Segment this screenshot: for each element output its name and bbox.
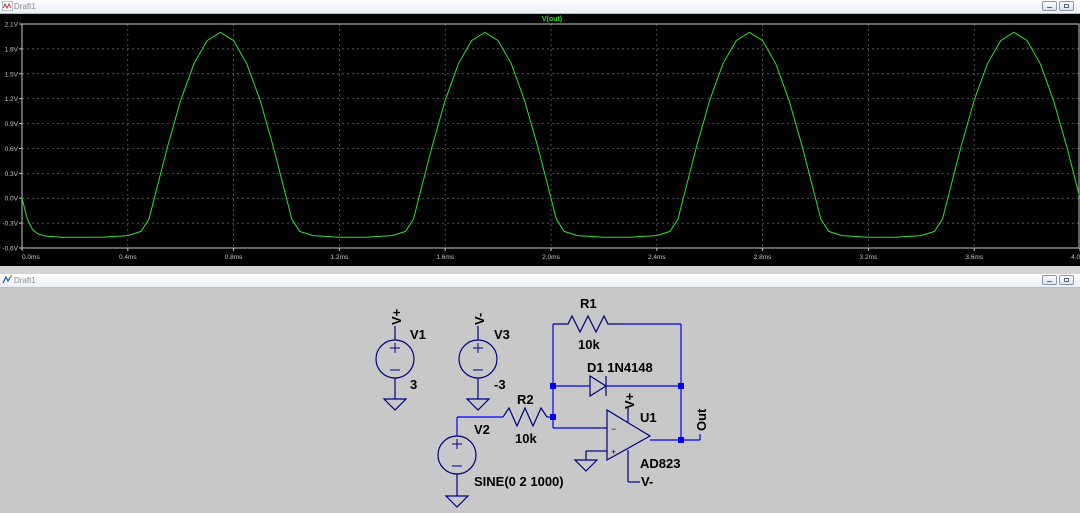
x-tick-label: 1.6ms [436,254,454,261]
schematic-window-titlebar[interactable]: Draft1 [0,274,1080,288]
y-tick-label: 0.9V [5,121,19,128]
schematic-window-title: Draft1 [14,276,36,285]
r2-resistor[interactable] [502,406,548,428]
schematic-minimize-button[interactable] [1042,275,1057,285]
v3-pin-label[interactable]: V- [472,313,487,325]
window-separator [0,266,1080,274]
ground-v2 [444,495,470,508]
y-tick-label: -0.6V [2,246,18,253]
u1-negative-supply-label[interactable]: V- [641,474,653,489]
d1-name[interactable]: D1 1N4148 [587,360,653,375]
opamp-minus-mark: − [611,424,616,434]
ground-opamp [573,459,599,472]
y-tick-label: 1.2V [5,96,19,103]
r2-value[interactable]: 10k [515,431,537,446]
waveform-viewer-window[interactable]: Draft1 V(out) 2.1V 1.8V 1.5V 1.2V 0.9V 0.6V 0.… [0,0,1080,266]
x-tick-label: 0.0ms [22,254,40,261]
schematic-icon [2,275,13,284]
plot-grid [22,24,1080,248]
ground-v1 [382,398,408,411]
x-tick-label: 4.0ms [1071,254,1080,261]
opamp-plus-mark: + [611,447,616,457]
out-net-label[interactable]: Out [694,408,709,431]
y-tick-label: 0.0V [5,196,19,203]
u1-value[interactable]: AD823 [640,456,680,471]
plot-frame [21,23,1080,249]
waveform-plot[interactable]: V(out) 2.1V 1.8V 1.5V 1.2V 0.9V 0.6V 0.3V 0.0V -… [0,14,1080,266]
y-tick-label: 0.3V [5,171,19,178]
plot-restore-button[interactable] [1059,1,1074,11]
plot-minimize-button[interactable] [1042,1,1057,11]
x-tick-label: 1.2ms [331,254,349,261]
v3-value[interactable]: -3 [494,377,506,392]
schematic-canvas[interactable]: − + V+ V1 3 V- V3 -3 R1 10k D1 1N4148 R2… [0,288,1080,513]
v1-value[interactable]: 3 [410,377,417,392]
ground-v3 [465,398,491,411]
y-tick-label: -0.3V [2,221,18,228]
v1-voltage-source[interactable] [375,326,415,392]
d1-diode[interactable] [589,374,608,398]
y-tick-label: 2.1V [5,22,19,29]
r1-value[interactable]: 10k [578,337,600,352]
v3-name[interactable]: V3 [494,327,510,342]
junction-dots [550,383,684,443]
x-tick-label: 0.4ms [119,254,137,261]
r1-name[interactable]: R1 [580,296,597,311]
y-tick-label: 0.6V [5,146,19,153]
v3-voltage-source[interactable] [458,326,498,392]
y-tick-label: 1.5V [5,71,19,78]
waveform-icon [2,1,13,11]
u1-positive-supply-label[interactable]: V+ [622,392,637,409]
plot-axes: 2.1V 1.8V 1.5V 1.2V 0.9V 0.6V 0.3V 0.0V -0.3V -0.… [2,22,1080,261]
v2-name[interactable]: V2 [474,422,490,437]
x-tick-label: 2.4ms [648,254,666,261]
x-tick-label: 2.0ms [542,254,560,261]
x-tick-label: 2.8ms [754,254,772,261]
source-polarity-marks [390,343,483,467]
x-tick-label: 0.8ms [225,254,243,261]
trace-label[interactable]: V(out) [542,16,562,23]
r1-resistor[interactable] [553,314,623,334]
x-tick-label: 3.2ms [860,254,878,261]
v1-name[interactable]: V1 [410,327,426,342]
x-tick-label: 3.6ms [965,254,983,261]
v2-value[interactable]: SINE(0 2 1000) [474,474,564,489]
r2-name[interactable]: R2 [517,392,534,407]
schematic-restore-button[interactable] [1059,275,1074,285]
y-tick-label: 1.8V [5,46,19,53]
plot-window-titlebar[interactable]: Draft1 [0,0,1080,14]
u1-name[interactable]: U1 [640,410,657,425]
v1-pin-label[interactable]: V+ [389,308,404,325]
plot-window-title: Draft1 [14,2,36,11]
